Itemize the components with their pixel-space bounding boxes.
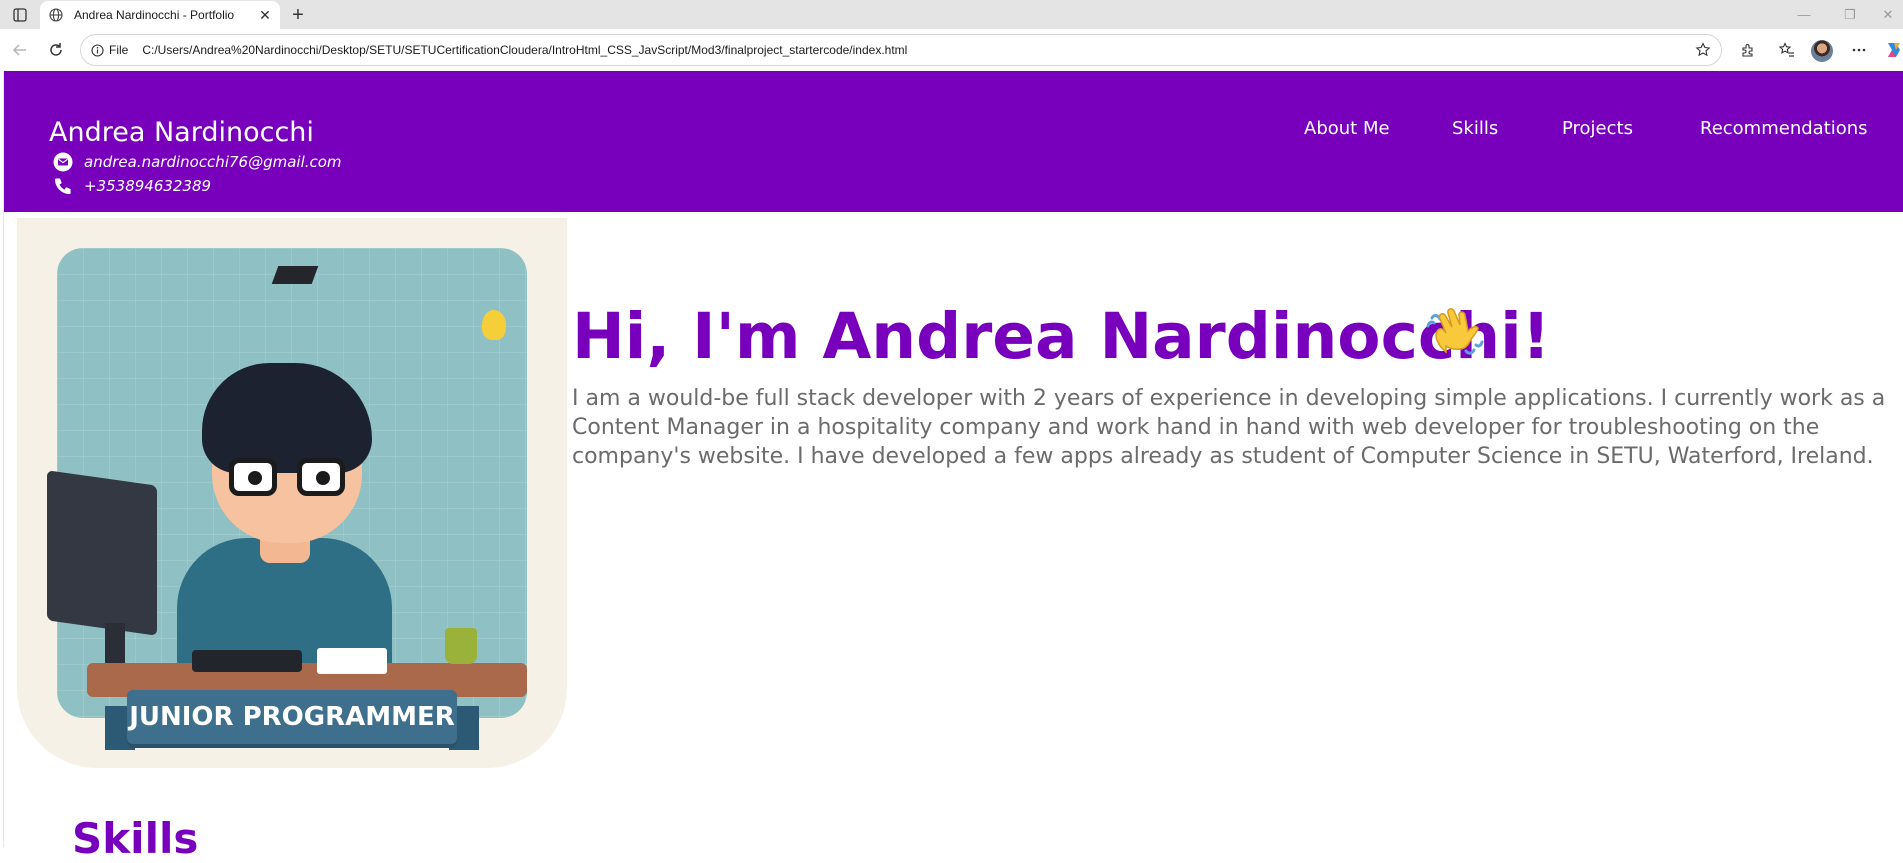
tab-title: Andrea Nardinocchi - Portfolio [74,8,235,22]
active-tab[interactable]: Andrea Nardinocchi - Portfolio ✕ [40,1,280,29]
profile-avatar[interactable] [1811,40,1833,62]
skills-heading: Skills [72,814,199,863]
phone-contact[interactable]: +353894632389 [52,175,211,197]
favorite-star-icon[interactable] [1689,36,1717,64]
illustration-banner: JUNIOR PROGRAMMER [127,690,457,744]
tab-actions-icon[interactable] [6,5,34,25]
nav-projects[interactable]: Projects [1562,118,1633,139]
more-menu-icon[interactable] [1847,38,1871,62]
copilot-icon[interactable] [1882,38,1903,62]
close-window-icon[interactable]: ✕ [1865,0,1903,29]
url-bar[interactable]: File C:/Users/Andrea%20Nardinocchi/Deskt… [80,34,1722,66]
back-icon[interactable] [8,38,32,62]
info-icon[interactable] [89,42,105,58]
site-header: Andrea Nardinocchi andrea.nardinocchi76@… [4,71,1903,212]
keyboard [192,650,302,672]
graduation-cap-icon [271,266,319,284]
browser-tab-bar: Andrea Nardinocchi - Portfolio ✕ + — ❐ ✕ [0,0,1903,29]
address-bar-row: File C:/Users/Andrea%20Nardinocchi/Deskt… [0,29,1903,71]
favorites-icon[interactable] [1775,38,1799,62]
computer-monitor [47,470,157,636]
hero-description: I am a would-be full stack developer wit… [572,386,1886,469]
mug [445,628,477,664]
nav-skills[interactable]: Skills [1452,118,1498,139]
minimize-icon[interactable]: — [1781,0,1827,29]
file-scheme-label: File [109,43,129,57]
nav-about-me[interactable]: About Me [1304,118,1390,139]
url-text[interactable]: C:/Users/Andrea%20Nardinocchi/Desktop/SE… [142,43,1689,57]
phone-icon [52,175,74,197]
globe-icon [49,7,65,23]
lightbulb-icon [482,310,506,340]
phone-text[interactable]: +353894632389 [84,177,211,195]
site-owner-name: Andrea Nardinocchi [49,117,314,148]
nav-recommendations[interactable]: Recommendations [1700,118,1868,139]
envelope-icon [52,151,74,173]
refresh-icon[interactable] [44,38,68,62]
hero-title: Hi, I'm Andrea Nardinocchi! [572,300,1551,373]
profile-illustration: JUNIOR PROGRAMMER [17,218,567,768]
waving-hand-icon [1424,300,1490,366]
new-tab-button[interactable]: + [286,3,310,27]
email-text[interactable]: andrea.nardinocchi76@gmail.com [84,153,342,171]
close-tab-icon[interactable]: ✕ [254,4,276,26]
extensions-icon[interactable] [1736,38,1760,62]
email-contact[interactable]: andrea.nardinocchi76@gmail.com [52,151,342,173]
